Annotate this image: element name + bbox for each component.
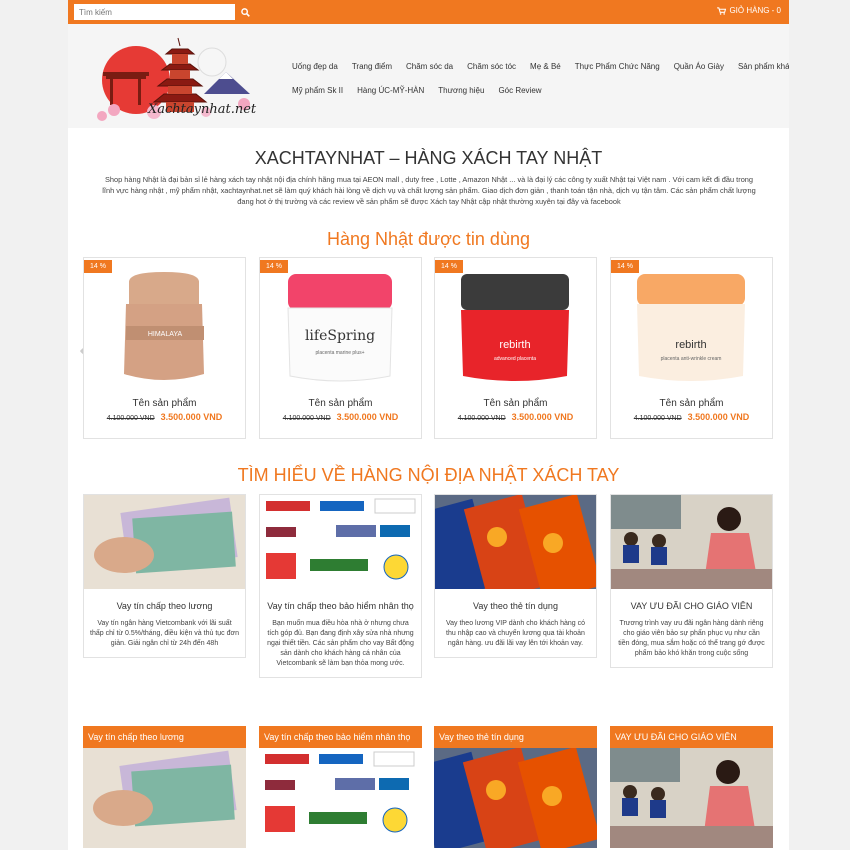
svg-text:rebirth: rebirth [675,339,706,351]
tile-image-insurance[interactable] [259,748,422,848]
tile-title[interactable]: Vay tín chấp theo bảo hiểm nhân thọ [259,726,422,748]
discount-badge: 14 % [435,260,463,273]
tile-image-classroom[interactable] [610,748,773,848]
article-title[interactable]: Vay theo thẻ tín dụng [441,599,590,613]
article-title[interactable]: Vay tín chấp theo bảo hiểm nhân thọ [266,599,415,613]
article-desc: Vay theo lương VIP dành cho khách hàng c… [445,620,585,647]
product-image[interactable]: rebirth advanced placenta [455,264,575,394]
article-title[interactable]: Vay tín chấp theo lương [90,599,239,613]
nav-item-trang-diem[interactable]: Trang điểm [352,62,392,71]
sale-price: 3.500.000 VND [511,412,574,422]
page-container: GIỎ HÀNG - 0 [68,0,789,850]
article-image-money[interactable] [84,495,245,589]
article-desc: Trương trình vay ưu đãi ngân hàng dành r… [618,620,765,657]
svg-text:placenta marine plus+: placenta marine plus+ [315,350,364,356]
tile-image-credit-cards[interactable] [434,748,597,848]
section-heading-trusted: Hàng Nhật được tin dùng [327,229,530,249]
search-button[interactable] [237,4,253,20]
article-image-credit-cards[interactable] [435,495,596,589]
svg-text:lifeSpring: lifeSpring [305,328,375,344]
old-price: 4.100.000 VND [106,415,155,422]
tile-card[interactable]: Vay tín chấp theo lương [83,726,246,850]
product-price: 4.100.000 VND 3.500.000 VND [435,412,596,422]
article-desc: Bạn muốn mua điều hòa nhà ở nhưng chưa t… [267,620,414,667]
svg-text:advanced placenta: advanced placenta [494,356,536,362]
intro-text: Shop hàng Nhật là đại bản sỉ lẻ hàng xác… [102,175,756,206]
old-price: 4.100.000 VND [457,415,506,422]
product-name[interactable]: Tên sản phẩm [260,398,421,409]
product-name[interactable]: Tên sản phẩm [84,398,245,409]
svg-text:placenta anti-wrinkle cream: placenta anti-wrinkle cream [661,356,722,362]
nav-row-1: Uống đẹp da Trang điểm Chăm sóc da Chăm … [292,54,789,78]
tile-title[interactable]: VAY ƯU ĐÃI CHO GIÁO VIÊN [610,726,773,748]
nav-row-2: Mỹ phẩm Sk II Hàng ÚC-MỸ-HÀN Thương hiệu… [292,78,782,102]
nav-item-goc-review[interactable]: Góc Review [498,86,541,95]
cart-icon [717,6,727,15]
article-card[interactable]: Vay tín chấp theo lương Vay tín ngân hàn… [83,494,246,658]
nav-item-uong-dep-da[interactable]: Uống đẹp da [292,62,338,71]
product-card[interactable]: rebirth placenta anti-wrinkle cream 14 % … [610,257,773,439]
tile-card[interactable]: Vay tín chấp theo bảo hiểm nhân thọ [259,726,422,850]
tile-card[interactable]: Vay theo thẻ tín dụng [434,726,597,850]
sale-price: 3.500.000 VND [687,412,750,422]
article-card[interactable]: Vay tín chấp theo bảo hiểm nhân thọ Bạn … [259,494,422,678]
article-desc: Vay tín ngân hàng Vietcombank với lãi su… [90,620,239,647]
nav-item-me-be[interactable]: Mẹ & Bé [530,62,561,71]
search-icon [240,7,250,17]
discount-badge: 14 % [611,260,639,273]
cart-link[interactable]: GIỎ HÀNG - 0 [717,6,781,15]
search-input[interactable] [74,4,235,20]
product-image[interactable]: lifeSpring placenta marine plus+ [280,264,400,394]
svg-text:HIMALAYA: HIMALAYA [148,331,183,338]
article-image-classroom[interactable] [611,495,772,589]
old-price: 4.100.000 VND [282,415,331,422]
old-price: 4.100.000 VND [633,415,682,422]
tile-title[interactable]: Vay theo thẻ tín dụng [434,726,597,748]
section-heading-learn: TÌM HIỂU VỀ HÀNG NỘI ĐỊA NHẬT XÁCH TAY [237,465,620,485]
tile-image-money[interactable] [83,748,246,848]
discount-badge: 14 % [260,260,288,273]
site-header: Xachtaynhat.net Uống đẹp da Trang điểm C… [68,24,789,128]
tile-card[interactable]: VAY ƯU ĐÃI CHO GIÁO VIÊN [610,726,773,850]
svg-text:rebirth: rebirth [499,339,530,351]
product-price: 4.100.000 VND 3.500.000 VND [260,412,421,422]
tile-title[interactable]: Vay tín chấp theo lương [83,726,246,748]
nav-item-hang-uc-my-han[interactable]: Hàng ÚC-MỸ-HÀN [357,86,424,95]
product-price: 4.100.000 VND 3.500.000 VND [611,412,772,422]
article-title[interactable]: VAY ƯU ĐÃI CHO GIÁO VIÊN [617,599,766,613]
nav-item-cham-soc-toc[interactable]: Chăm sóc tóc [467,62,516,71]
article-image-insurance[interactable] [260,495,421,589]
nav-item-cham-soc-da[interactable]: Chăm sóc da [406,62,453,71]
product-price: 4.100.000 VND 3.500.000 VND [84,412,245,422]
product-name[interactable]: Tên sản phẩm [435,398,596,409]
cart-label: GIỎ HÀNG - 0 [729,6,781,15]
page-title: XACHTAYNHAT – HÀNG XÁCH TAY NHẬT [254,148,603,168]
product-image[interactable]: HIMALAYA [104,264,224,394]
product-card[interactable]: lifeSpring placenta marine plus+ 14 % Tên… [259,257,422,439]
main-nav: Uống đẹp da Trang điểm Chăm sóc da Chăm … [292,54,789,102]
sale-price: 3.500.000 VND [336,412,399,422]
top-bar: GIỎ HÀNG - 0 [68,0,789,24]
nav-item-san-pham-khac[interactable]: Sản phẩm khác [738,62,789,71]
discount-badge: 14 % [84,260,112,273]
nav-item-sk-ii[interactable]: Mỹ phẩm Sk II [292,86,343,95]
nav-item-thuong-hieu[interactable]: Thương hiệu [438,86,484,95]
product-name[interactable]: Tên sản phẩm [611,398,772,409]
article-card[interactable]: Vay theo thẻ tín dụng Vay theo lương VIP… [434,494,597,658]
sale-price: 3.500.000 VND [160,412,223,422]
logo-text: Xachtaynhat.net [148,102,257,117]
product-card[interactable]: rebirth advanced placenta 14 % Tên sản ph… [434,257,597,439]
nav-item-quan-ao-giay[interactable]: Quần Áo Giày [674,62,724,71]
product-image[interactable]: rebirth placenta anti-wrinkle cream [631,264,751,394]
nav-item-thuc-pham[interactable]: Thực Phẩm Chức Năng [575,62,660,71]
product-card[interactable]: HIMALAYA 14 % Tên sản phẩm 4.100.000 VND… [83,257,246,439]
article-card[interactable]: VAY ƯU ĐÃI CHO GIÁO VIÊN Trương trình va… [610,494,773,668]
